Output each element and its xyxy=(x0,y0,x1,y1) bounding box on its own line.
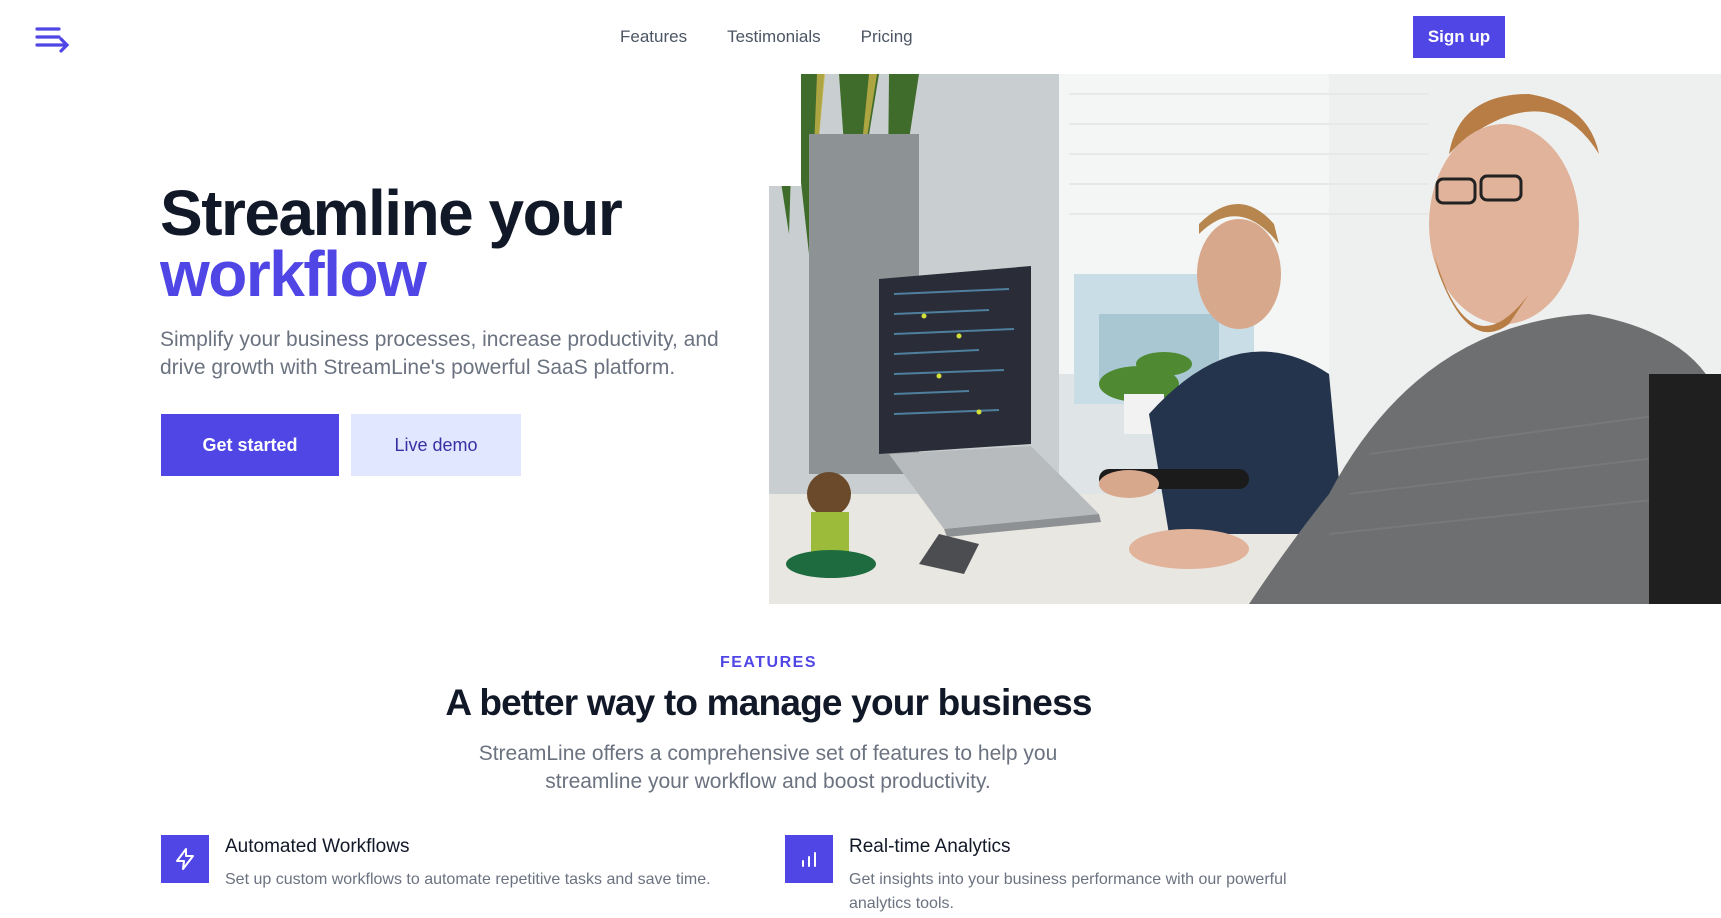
bar-chart-icon xyxy=(785,835,833,883)
hero-title-accent: workflow xyxy=(160,238,427,310)
site-header: Features Testimonials Pricing Sign up xyxy=(0,0,1721,74)
features-subtitle: StreamLine offers a comprehensive set of… xyxy=(478,742,1058,793)
lightning-bolt-icon xyxy=(161,835,209,883)
hero-title: Streamline your workflow xyxy=(160,181,623,310)
hero-image xyxy=(769,74,1721,604)
feature-title: Automated Workflows xyxy=(225,836,410,857)
streamline-logo-icon[interactable] xyxy=(34,24,74,54)
features-eyebrow: FEATURES xyxy=(719,654,818,671)
hero-image-cutout xyxy=(769,74,801,186)
features-title: A better way to manage your business xyxy=(445,682,1092,723)
feature-title: Real-time Analytics xyxy=(849,836,1011,857)
hero-subtitle: Simplify your business processes, increa… xyxy=(160,328,719,379)
nav-testimonials-link[interactable]: Testimonials xyxy=(727,27,821,47)
feature-description: Get insights into your business performa… xyxy=(849,871,1287,912)
nav-pricing-link[interactable]: Pricing xyxy=(861,27,913,47)
feature-description: Set up custom workflows to automate repe… xyxy=(225,871,711,888)
nav-features-link[interactable]: Features xyxy=(620,27,687,47)
get-started-button[interactable]: Get started xyxy=(161,414,339,476)
live-demo-button[interactable]: Live demo xyxy=(351,414,521,476)
sign-up-button[interactable]: Sign up xyxy=(1413,16,1505,58)
main-nav: Features Testimonials Pricing xyxy=(620,27,913,47)
